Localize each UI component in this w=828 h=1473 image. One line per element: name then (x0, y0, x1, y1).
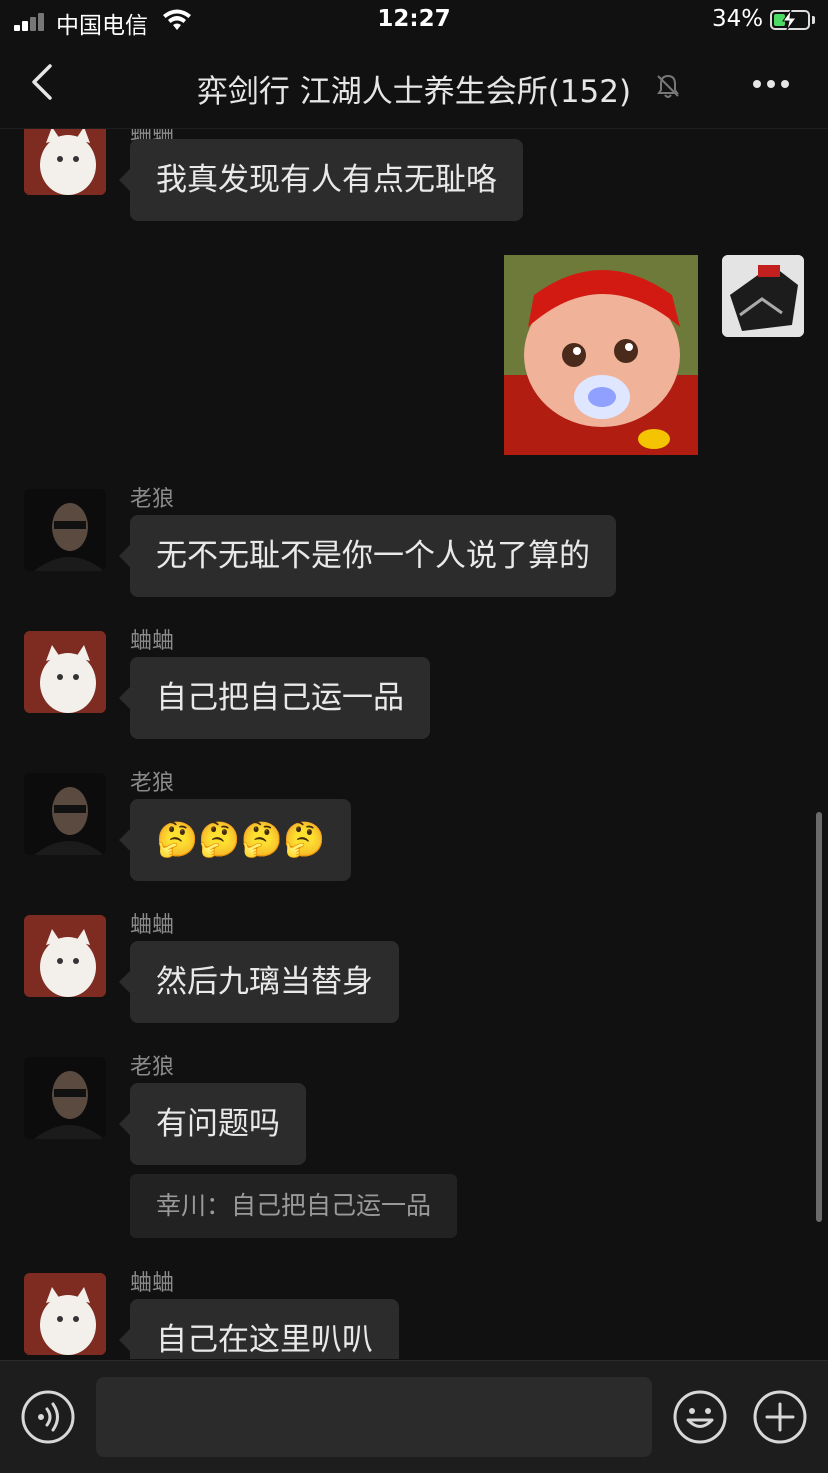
clock: 12:27 (377, 6, 451, 32)
message-list[interactable]: 蛐蛐 我真发现有人有点无耻咯 老狼 无不无耻不是你一个人说了算的 蛐蛐 自己把自… (0, 129, 828, 1359)
charging-bolt-icon (782, 9, 797, 31)
cat-avatar-image (24, 1273, 106, 1355)
more-dots-icon[interactable] (746, 66, 796, 102)
message-bubble[interactable]: 然后九璃当替身 (119, 941, 399, 1023)
plus-icon[interactable] (752, 1389, 808, 1445)
man-avatar-image (24, 1057, 106, 1139)
pig-sticker-image[interactable] (504, 255, 698, 455)
battery-tip (812, 16, 815, 24)
my-avatar-image (722, 255, 804, 337)
chat-header: 弈剑行 江湖人士养生会所(152) (0, 42, 828, 129)
sender-name: 老狼 (130, 771, 175, 796)
message-bubble[interactable]: 我真发现有人有点无耻咯 (119, 139, 523, 221)
message-input[interactable] (96, 1377, 652, 1457)
input-bar (0, 1360, 828, 1473)
avatar[interactable] (24, 915, 106, 997)
emoji-icon[interactable] (672, 1389, 728, 1445)
message-bubble[interactable]: 有问题吗 (119, 1083, 306, 1165)
bell-off-icon (657, 74, 679, 98)
battery-percent: 34% (712, 6, 764, 32)
avatar[interactable] (24, 773, 106, 855)
avatar[interactable] (24, 1273, 106, 1355)
message-bubble[interactable]: 🤔🤔🤔🤔 (118, 799, 352, 881)
man-avatar-image (24, 773, 106, 855)
sender-name: 蛐蛐 (130, 1271, 175, 1296)
avatar[interactable] (24, 129, 106, 195)
sender-name: 老狼 (130, 1055, 175, 1080)
cat-avatar-image (24, 129, 106, 195)
message-bubble[interactable]: 自己在这里叭叭 (119, 1299, 399, 1359)
sender-name: 老狼 (130, 487, 175, 512)
cat-avatar-image (24, 915, 106, 997)
man-avatar-image (24, 489, 106, 571)
my-avatar[interactable] (722, 255, 804, 337)
sender-name: 蛐蛐 (130, 629, 175, 654)
chat-title: 弈剑行 江湖人士养生会所(152) (196, 74, 632, 110)
status-bar: 中国电信 12:27 34% (0, 0, 828, 42)
avatar[interactable] (24, 631, 106, 713)
avatar[interactable] (24, 489, 106, 571)
sender-name: 蛐蛐 (130, 913, 175, 938)
voice-icon[interactable] (20, 1389, 76, 1445)
cat-avatar-image (24, 631, 106, 713)
scrollbar[interactable] (816, 812, 822, 1222)
avatar[interactable] (24, 1057, 106, 1139)
message-bubble[interactable]: 自己把自己运一品 (119, 657, 430, 739)
quoted-message[interactable]: 幸川：自己把自己运一品 (130, 1174, 458, 1238)
message-bubble[interactable]: 无不无耻不是你一个人说了算的 (119, 515, 616, 597)
